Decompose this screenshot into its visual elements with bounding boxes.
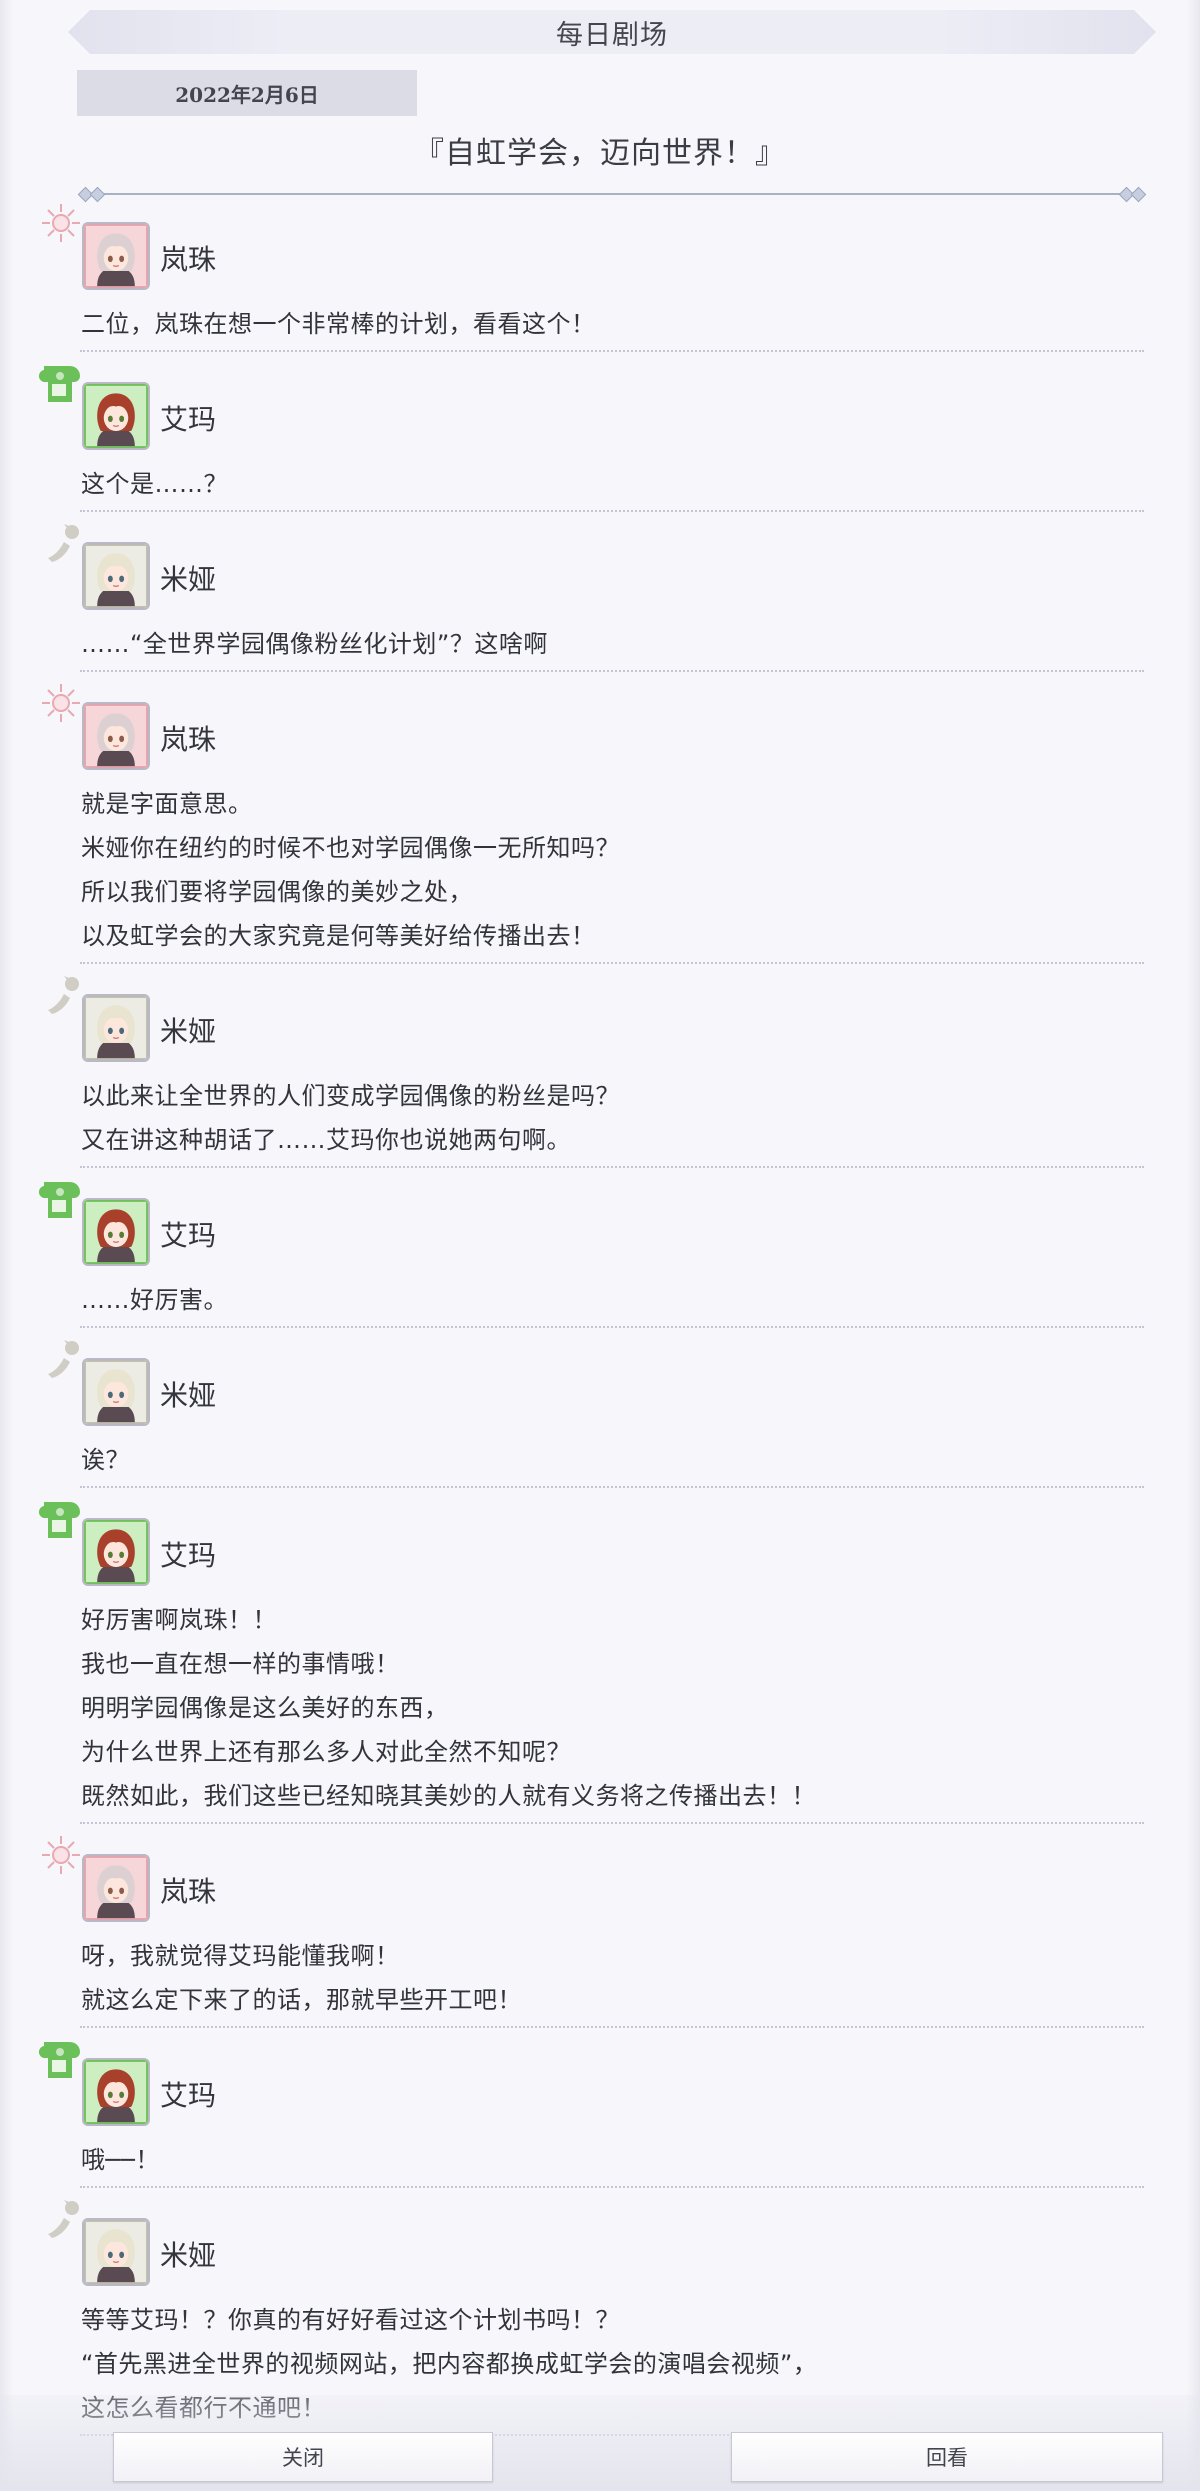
dialogue-lines: 以此来让全世界的人们变成学园偶像的粉丝是吗？ 又在讲这种胡话了……艾玛你也说她两句…: [81, 1074, 1144, 1162]
character-emblem-icon: [38, 1336, 84, 1382]
entry-divider: [80, 2026, 1144, 2028]
character-avatar: [82, 2218, 150, 2286]
character-avatar: [82, 1198, 150, 1266]
character-emblem-icon: [38, 520, 84, 566]
entry-divider: [80, 1326, 1144, 1328]
dialogue-line: 以及虹学会的大家究竟是何等美好给传播出去！: [81, 922, 596, 950]
dialogue-lines: 好厉害啊岚珠！！ 我也一直在想一样的事情哦！ 明明学园偶像是这么美好的东西， 为什么世…: [81, 1598, 1144, 1818]
entry-divider: [80, 962, 1144, 964]
entry-divider: [80, 510, 1144, 512]
dialogue-line: 呀，我就觉得艾玛能懂我啊！: [81, 1942, 400, 1970]
dialogue-entry: 岚珠呀，我就觉得艾玛能懂我啊！ 就这么定下来了的话，那就早些开工吧！: [38, 1832, 1144, 2028]
date-badge: 2022年2月6日: [77, 70, 417, 116]
character-avatar: [82, 1358, 150, 1426]
dialogue-line: 这个是……？: [81, 470, 228, 498]
dialogue-lines: ……“全世界学园偶像粉丝化计划”？这啥啊: [81, 622, 1144, 666]
dialogue-line: “首先黑进全世界的视频网站，把内容都换成虹学会的演唱会视频”，: [81, 2350, 818, 2378]
header-title: 每日剧场: [68, 10, 1156, 54]
character-avatar: [82, 702, 150, 770]
dialogue-line: 好厉害啊岚珠！！: [81, 1606, 277, 1634]
dialogue-entry: 米娅诶？: [38, 1336, 1144, 1488]
dialogue-line: ……“全世界学园偶像粉丝化计划”？这啥啊: [81, 630, 548, 658]
dialogue-lines: 诶？: [81, 1438, 1144, 1482]
character-avatar: [82, 2058, 150, 2126]
dialogue-entry: 米娅以此来让全世界的人们变成学园偶像的粉丝是吗？ 又在讲这种胡话了……艾玛你也说她…: [38, 972, 1144, 1168]
character-emblem-icon: [38, 1496, 84, 1542]
character-emblem-icon: [38, 2196, 84, 2242]
speaker-name: 米娅: [160, 2239, 217, 2272]
character-emblem-icon: [38, 360, 84, 406]
speaker-name: 艾玛: [160, 1219, 217, 1252]
speaker-name: 艾玛: [160, 403, 217, 436]
speaker-name: 艾玛: [160, 2079, 217, 2112]
dialogue-line: 又在讲这种胡话了……艾玛你也说她两句啊。: [81, 1126, 571, 1154]
dialogue-line: 就这么定下来了的话，那就早些开工吧！: [81, 1986, 522, 2014]
dialogue-entry: 艾玛这个是……？: [38, 360, 1144, 512]
dialogue-line: 既然如此，我们这些已经知晓其美妙的人就有义务将之传播出去！！: [81, 1782, 816, 1810]
dialogue-lines: 就是字面意思。米娅你在纽约的时候不也对学园偶像一无所知吗？ 所以我们要将学园偶像的…: [81, 782, 1144, 958]
character-emblem-icon: [38, 1176, 84, 1222]
dialogue-lines: 呀，我就觉得艾玛能懂我啊！ 就这么定下来了的话，那就早些开工吧！: [81, 1934, 1144, 2022]
dialogue-entry: 艾玛哦──！: [38, 2036, 1144, 2188]
dialogue-line: 米娅你在纽约的时候不也对学园偶像一无所知吗？: [81, 834, 620, 862]
speaker-name: 米娅: [160, 563, 217, 596]
entry-divider: [80, 1166, 1144, 1168]
dialogue-line: 诶？: [81, 1446, 130, 1474]
dialogue-entry: 岚珠二位，岚珠在想一个非常棒的计划，看看这个！: [38, 200, 1144, 352]
entry-divider: [80, 2186, 1144, 2188]
speaker-name: 米娅: [160, 1379, 217, 1412]
character-avatar: [82, 222, 150, 290]
title-divider: [77, 186, 1147, 203]
character-emblem-icon: [38, 200, 84, 246]
dialogue-line: 哦──！: [81, 2146, 160, 2174]
entry-divider: [80, 670, 1144, 672]
dialogue-entry: 岚珠就是字面意思。米娅你在纽约的时候不也对学园偶像一无所知吗？ 所以我们要将学园偶…: [38, 680, 1144, 964]
dialogue-line: 等等艾玛！？你真的有好好看过这个计划书吗！？: [81, 2306, 620, 2334]
review-button[interactable]: 回看: [731, 2432, 1163, 2482]
story-title: 『自虹学会，迈向世界！』: [414, 136, 786, 171]
dialogue-line: 我也一直在想一样的事情哦！: [81, 1650, 400, 1678]
frame-edge-right: [1186, 0, 1200, 2491]
dialogue-entry: 艾玛好厉害啊岚珠！！ 我也一直在想一样的事情哦！ 明明学园偶像是这么美好的东西， 为什…: [38, 1496, 1144, 1824]
character-emblem-icon: [38, 972, 84, 1018]
dialogue-lines: 这个是……？: [81, 462, 1144, 506]
character-emblem-icon: [38, 680, 84, 726]
character-emblem-icon: [38, 2036, 84, 2082]
character-emblem-icon: [38, 1832, 84, 1878]
dialogue-lines: ……好厉害。: [81, 1278, 1144, 1322]
dialogue-line: 为什么世界上还有那么多人对此全然不知呢？: [81, 1738, 571, 1766]
speaker-name: 岚珠: [160, 723, 217, 756]
speaker-name: 岚珠: [160, 243, 217, 276]
dialogue-line: 就是字面意思。: [81, 790, 253, 818]
close-button[interactable]: 关闭: [113, 2432, 493, 2482]
frame-edge-left: [0, 0, 14, 2491]
speaker-name: 米娅: [160, 1015, 217, 1048]
speaker-name: 岚珠: [160, 1875, 217, 1908]
dialogue-lines: 哦──！: [81, 2138, 1144, 2182]
dialogue-line: 以此来让全世界的人们变成学园偶像的粉丝是吗？: [81, 1082, 620, 1110]
character-avatar: [82, 1518, 150, 1586]
dialogue-line: 所以我们要将学园偶像的美妙之处，: [81, 878, 473, 906]
entry-divider: [80, 1822, 1144, 1824]
dialogue-entry: 艾玛 ……好厉害。: [38, 1176, 1144, 1328]
entry-divider: [80, 350, 1144, 352]
speaker-name: 艾玛: [160, 1539, 217, 1572]
character-avatar: [82, 382, 150, 450]
dialogue-line: 明明学园偶像是这么美好的东西，: [81, 1694, 449, 1722]
entry-divider: [80, 1486, 1144, 1488]
dialogue-line: ……好厉害。: [81, 1286, 228, 1314]
dialogue-lines: 二位，岚珠在想一个非常棒的计划，看看这个！: [81, 302, 1144, 346]
dialogue-line: 二位，岚珠在想一个非常棒的计划，看看这个！: [81, 310, 596, 338]
dialogue-entry: 米娅 ……“全世界学园偶像粉丝化计划”？这啥啊: [38, 520, 1144, 672]
character-avatar: [82, 994, 150, 1062]
character-avatar: [82, 1854, 150, 1922]
character-avatar: [82, 542, 150, 610]
